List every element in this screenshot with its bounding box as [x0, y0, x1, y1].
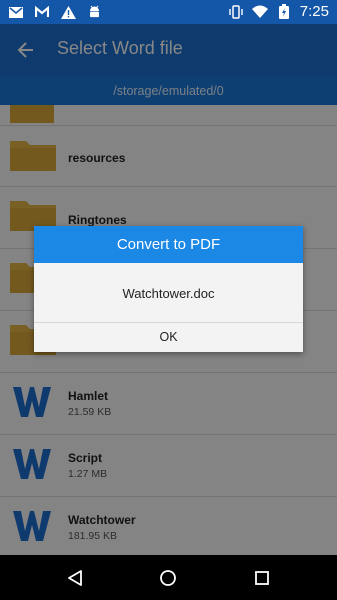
navigation-bar [0, 555, 337, 600]
convert-dialog: Convert to PDF Watchtower.doc OK [34, 226, 303, 352]
vibrate-icon [228, 4, 244, 20]
status-bar: 7:25 [0, 0, 337, 24]
gmail-icon [8, 4, 24, 20]
ok-button[interactable]: OK [34, 323, 303, 352]
battery-icon [276, 4, 292, 20]
back-nav-icon[interactable] [62, 565, 88, 591]
status-time: 7:25 [299, 3, 329, 20]
android-icon [86, 4, 102, 20]
home-nav-icon[interactable] [155, 565, 181, 591]
dialog-message: Watchtower.doc [34, 263, 303, 323]
recents-nav-icon[interactable] [249, 565, 275, 591]
wifi-icon [251, 4, 268, 20]
m-icon [34, 4, 50, 20]
warning-icon [60, 4, 76, 20]
dialog-title: Convert to PDF [34, 226, 303, 263]
